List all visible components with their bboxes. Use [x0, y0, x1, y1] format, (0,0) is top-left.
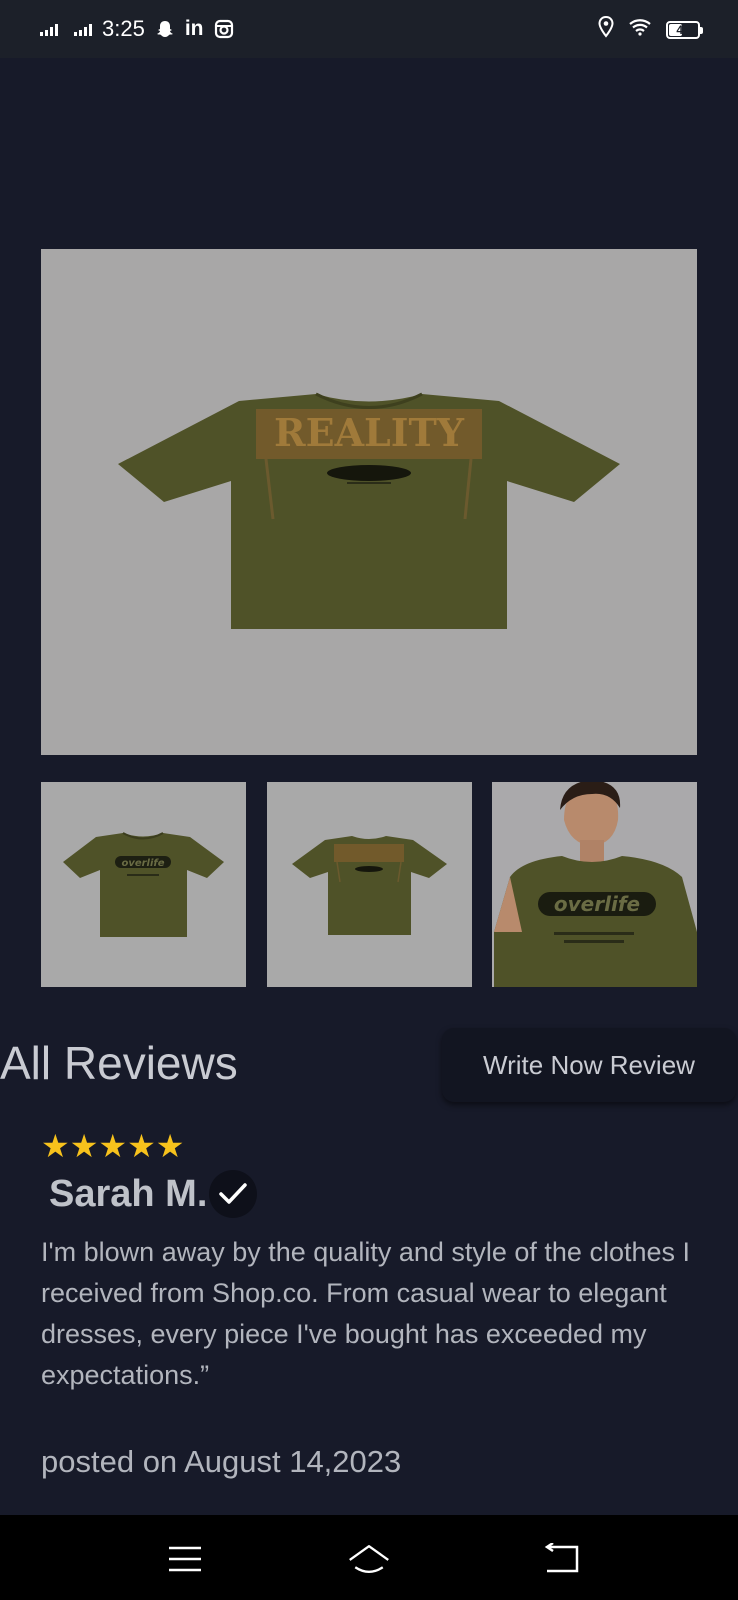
- review-text: I'm blown away by the quality and style …: [41, 1237, 691, 1390]
- write-review-button[interactable]: Write Now Review: [442, 1028, 736, 1102]
- location-icon: [598, 15, 614, 43]
- instagram-icon: [214, 19, 234, 39]
- home-icon[interactable]: [347, 1539, 391, 1579]
- reviewer-name: Sarah M.: [49, 1172, 208, 1215]
- thumbnail-model[interactable]: overlife: [492, 782, 697, 987]
- model-print-text: overlife: [554, 892, 640, 916]
- battery-icon: 47: [666, 20, 703, 39]
- status-right: 47: [598, 15, 703, 43]
- signal-icon: [74, 22, 92, 36]
- back-icon[interactable]: [541, 1539, 585, 1579]
- rating-stars: ★★★★★: [41, 1128, 185, 1164]
- product-main-image[interactable]: REALITY: [41, 249, 697, 755]
- status-bar: 3:25 in 47: [0, 0, 738, 58]
- print-graphic-text: REALITY: [274, 410, 465, 455]
- verified-check-icon: [209, 1170, 258, 1218]
- thumb-print-text: overlife: [121, 858, 164, 869]
- linkedin-icon: in: [184, 17, 204, 40]
- wifi-icon: [628, 18, 652, 41]
- reviewer: Sarah M.: [49, 1170, 258, 1218]
- status-left: 3:25 in: [40, 16, 234, 42]
- review-date: posted on August 14,2023: [41, 1444, 402, 1479]
- battery-level: 47: [676, 22, 690, 37]
- snapchat-icon: [155, 19, 175, 39]
- menu-icon[interactable]: [163, 1539, 207, 1579]
- thumbnail-back[interactable]: [267, 782, 472, 987]
- signal-icon: [40, 22, 58, 36]
- clock: 3:25: [102, 16, 145, 41]
- navigation-bar: [0, 1515, 738, 1600]
- thumbnail-front[interactable]: overlife: [41, 782, 246, 987]
- reviews-heading: All Reviews: [0, 1037, 238, 1089]
